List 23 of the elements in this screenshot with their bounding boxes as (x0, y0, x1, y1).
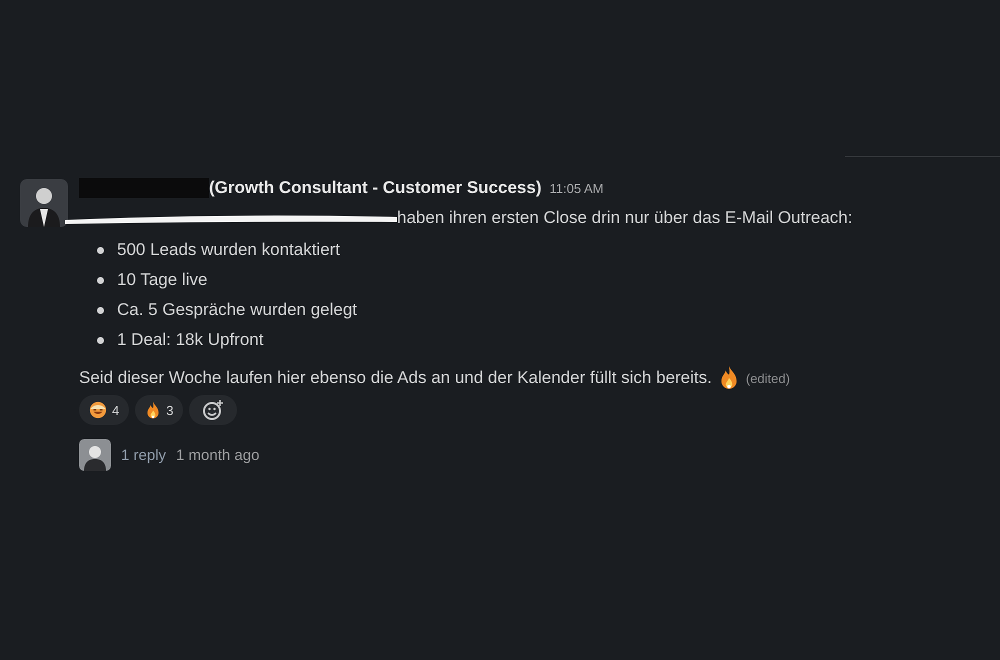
add-reaction-icon (202, 399, 224, 421)
add-reaction-button[interactable] (189, 395, 238, 425)
reaction-button[interactable]: 4 (79, 395, 130, 425)
list-item: 500 Leads wurden kontaktiert (117, 240, 340, 260)
list-item: 10 Tage live (117, 270, 208, 290)
list-item: Ca. 5 Gespräche wurden gelegt (117, 300, 358, 320)
reaction-button[interactable]: 3 (135, 395, 184, 425)
message-text: haben ihren ersten Close drin nur über das E-Mail Outreach: (397, 208, 852, 228)
avatar-icon (79, 439, 111, 471)
bullet-icon (97, 336, 104, 344)
fire-icon (145, 400, 162, 420)
message-text: Seid dieser Woche laufen hier ebenso die Ads an und der Kalender füllt sich bereits. (79, 368, 712, 388)
grinning-face-icon (89, 401, 107, 419)
avatar-icon[interactable] (20, 179, 68, 227)
bullet-icon (97, 306, 104, 314)
bullet-icon (97, 276, 104, 284)
reply-count[interactable]: 1 reply (121, 446, 166, 464)
author-name[interactable]: (Growth Consultant - Customer Success) (209, 178, 542, 198)
reply-age: 1 month ago (176, 446, 260, 464)
timestamp[interactable]: 11:05 AM (549, 180, 604, 196)
edited-label: (edited) (746, 370, 790, 386)
bullet-icon (97, 246, 104, 254)
list-item: 1 Deal: 18k Upfront (117, 330, 264, 350)
